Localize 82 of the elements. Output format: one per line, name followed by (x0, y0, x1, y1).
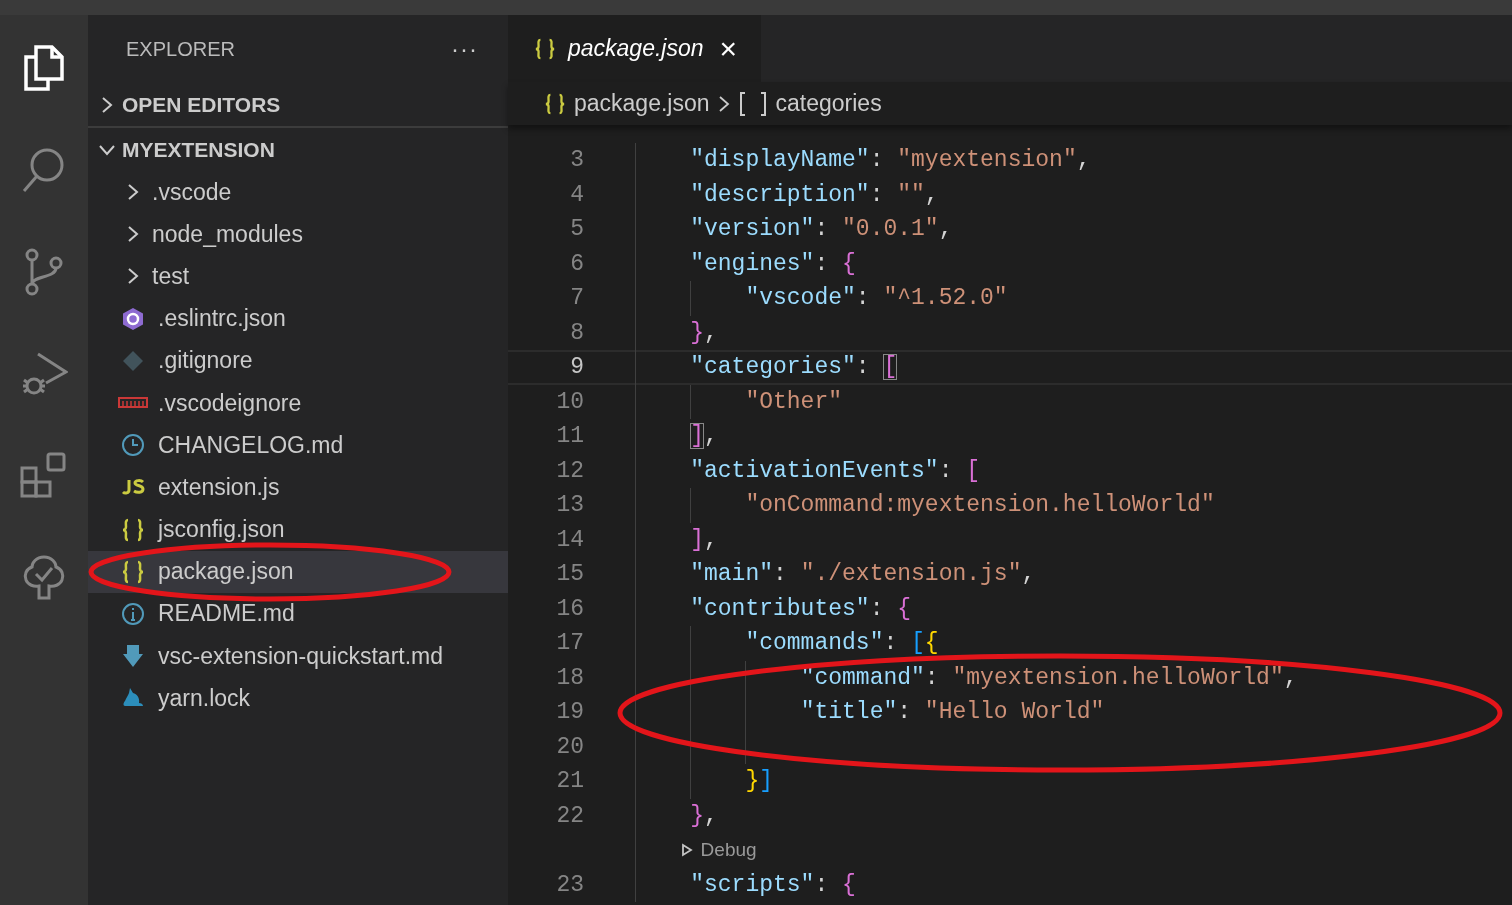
file-tree-item[interactable]: package.json (88, 550, 508, 593)
play-icon (680, 843, 693, 858)
chevron-icon (717, 93, 730, 114)
line-number: 6 (569, 250, 584, 277)
tab-label: package.json (568, 35, 704, 62)
hexagon-icon (121, 306, 145, 331)
line-number: 12 (555, 457, 584, 484)
file-tree-item[interactable]: extension.js (88, 466, 508, 509)
more-actions-button[interactable]: ··· (451, 35, 478, 63)
info-icon (121, 601, 145, 626)
file-tree-item[interactable]: node_modules (88, 213, 508, 256)
line-number: 18 (555, 664, 584, 691)
line-number: 20 (555, 733, 584, 760)
code-line: "scripts": { (690, 871, 856, 898)
file-tree-item[interactable]: .gitignore (88, 339, 508, 382)
file-tree-item[interactable]: README.md (88, 592, 508, 636)
code-line: }] (745, 768, 774, 795)
code-line: "contributes": { (690, 595, 912, 622)
line-number: 17 (555, 630, 584, 657)
line-number: 21 (555, 768, 584, 795)
line-number: 14 (555, 526, 584, 553)
file-tree-item[interactable]: CHANGELOG.md (88, 424, 508, 467)
line-number: 5 (569, 216, 584, 243)
code-line: }, (690, 802, 718, 829)
breadcrumb-item[interactable]: package.json (574, 90, 710, 117)
section-header[interactable]: OPEN EDITORS (88, 83, 508, 128)
file-tree-item[interactable]: jsconfig.json (88, 508, 508, 551)
line-number: 19 (555, 699, 584, 726)
code-line: "command": "myextension.helloWorld", (800, 664, 1298, 691)
line-number: 3 (569, 147, 584, 174)
npm-icon (118, 397, 148, 410)
code-line: "vscode": "^1.52.0" (745, 285, 1008, 312)
line-number: 11 (555, 423, 584, 450)
braces-icon (121, 517, 145, 542)
file-tree-item[interactable]: .vscodeignore (88, 381, 508, 425)
line-number: 22 (555, 802, 584, 829)
brackets-icon (737, 90, 768, 117)
explorer-title: EXPLORER (126, 37, 235, 61)
file-tree-item[interactable]: .eslintrc.json (88, 297, 508, 340)
code-line: ], (690, 526, 718, 553)
code-line: "onCommand:myextension.helloWorld" (745, 492, 1215, 519)
line-number: 8 (569, 319, 584, 346)
braces-icon (534, 37, 556, 60)
line-number: 13 (555, 492, 584, 519)
code-line: "commands": [{ (745, 630, 939, 657)
diamond-icon (122, 349, 144, 372)
tree-check-icon[interactable] (22, 554, 66, 602)
code-line: "Other" (745, 388, 843, 415)
editor-tab[interactable]: package.json × (508, 15, 762, 82)
code-line: "engines": { (690, 250, 856, 277)
section-header[interactable]: MYEXTENSION (88, 128, 508, 171)
braces-icon (121, 559, 145, 584)
code-line: ], (690, 423, 718, 450)
file-tree-item[interactable]: yarn.lock (88, 677, 508, 720)
source-control-icon[interactable] (24, 248, 64, 296)
line-number: 10 (555, 388, 584, 415)
braces-icon (544, 92, 566, 115)
close-button[interactable]: × (715, 33, 742, 64)
code-line: "main": "./extension.js", (690, 561, 1036, 588)
line-number: 15 (555, 561, 584, 588)
code-line: "displayName": "myextension", (690, 147, 1091, 174)
code-line: "description": "", (690, 181, 939, 208)
code-line: "version": "0.0.1", (690, 216, 953, 243)
files-icon[interactable] (22, 43, 66, 93)
line-number: 4 (569, 181, 584, 208)
line-number: 23 (555, 871, 584, 898)
line-number: 7 (569, 285, 584, 312)
code-line: "activationEvents": [ (690, 457, 981, 484)
code-line: }, (690, 319, 718, 346)
line-number: 16 (555, 595, 584, 622)
file-tree-item[interactable]: vsc-extension-quickstart.md (88, 635, 508, 678)
file-tree-item[interactable]: test (88, 255, 508, 298)
clock-icon (121, 433, 145, 458)
extensions-icon[interactable] (20, 452, 68, 500)
line-number: 9 (569, 354, 584, 381)
debug-codelens[interactable]: Debug (680, 839, 757, 862)
code-line: "title": "Hello World" (800, 699, 1105, 726)
code-line: "categories": [ (690, 354, 898, 381)
breadcrumb-item[interactable]: categories (775, 90, 882, 117)
file-tree-item[interactable]: .vscode (88, 171, 508, 214)
arrow-down-icon (122, 644, 144, 669)
js-icon (121, 478, 145, 497)
